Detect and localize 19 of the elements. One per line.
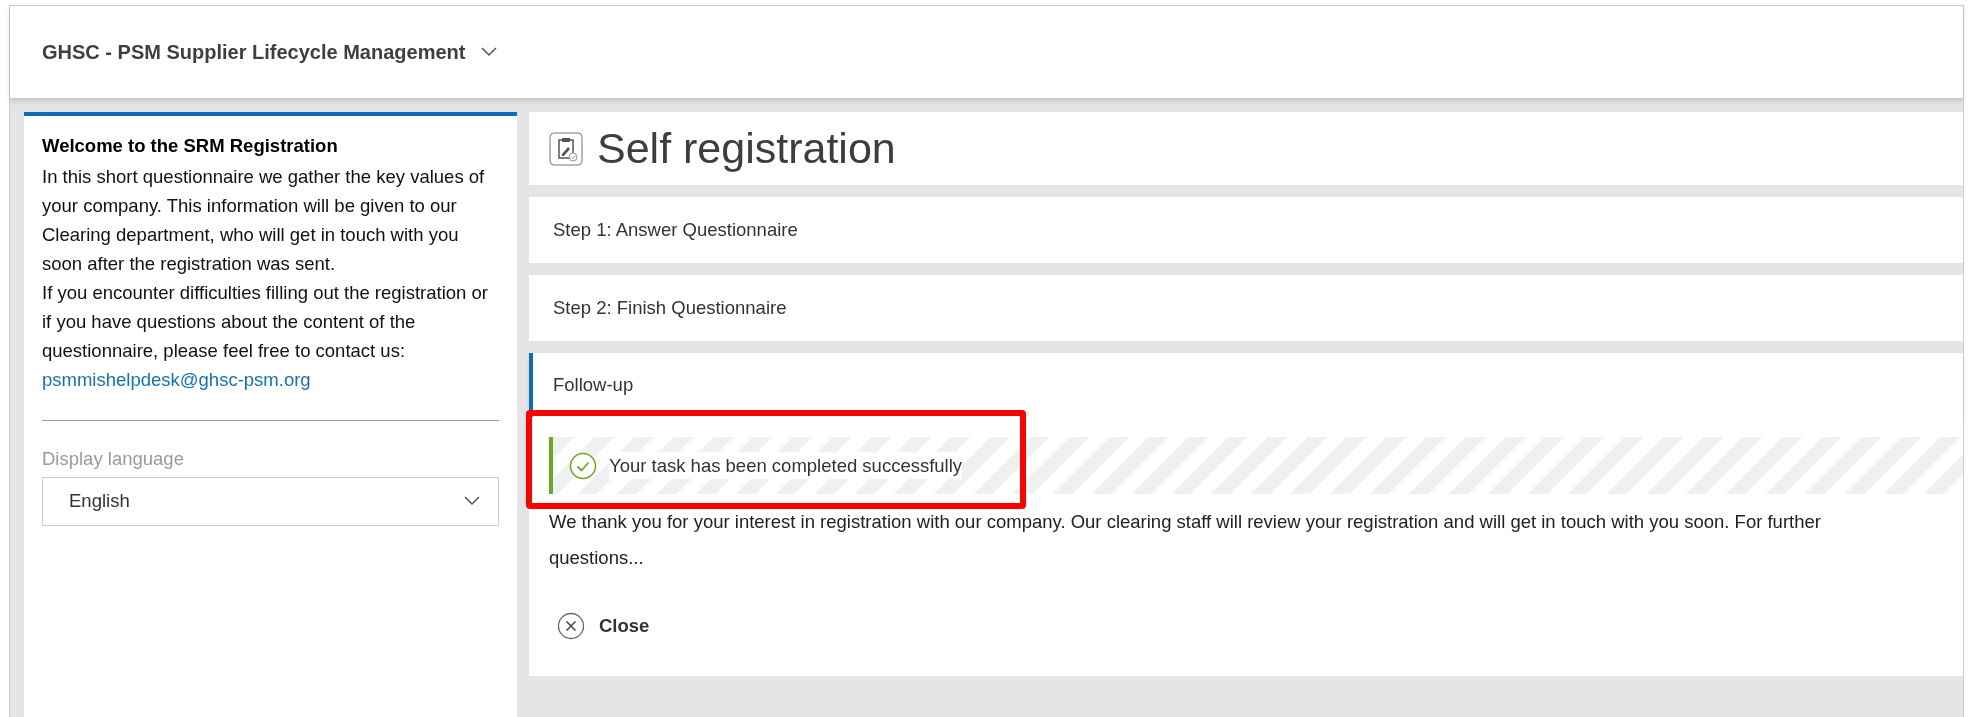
message-text: Your task has been completed successfully	[609, 451, 963, 480]
close-icon	[557, 612, 585, 640]
email-link[interactable]: psmmishelpdesk@ghsc-psm.org	[42, 368, 311, 390]
clipboard-edit-icon	[549, 131, 583, 166]
check-circle-icon	[569, 451, 597, 480]
step-tab[interactable]: Step 1: Answer Questionnaire	[529, 197, 1963, 263]
chevron-down-icon	[464, 496, 480, 506]
language-dropdown[interactable]: English	[42, 476, 499, 526]
field-label: Display language	[42, 446, 185, 471]
chevron-down-icon	[481, 47, 498, 57]
thank-you-text: We thank you for your interest in registration with our company. Our clearing staff will review your registration and will get in touch with you soon. For further questions...	[548, 510, 1822, 570]
step-tab[interactable]: Follow-up	[529, 353, 1963, 417]
sidebar-heading: Welcome to the SRM Registration	[42, 134, 339, 158]
sidebar-paragraph: In this short questionnaire we gather the key values of your company. This information will be given to our Clearing department, who will get in touch with you soon after the registration was sent.	[42, 164, 486, 276]
close-button[interactable]: Close	[557, 612, 650, 640]
page-title: Self registration	[597, 127, 896, 170]
step-tab[interactable]: Step 2: Finish Questionnaire	[529, 275, 1963, 341]
sidebar-paragraph: If you encounter difficulties filling out the registration or if you have questions about the content of the questionnaire, please feel free to contact us:	[42, 280, 489, 363]
app-title-menu[interactable]: GHSC - PSM Supplier Lifecycle Management	[42, 37, 498, 67]
